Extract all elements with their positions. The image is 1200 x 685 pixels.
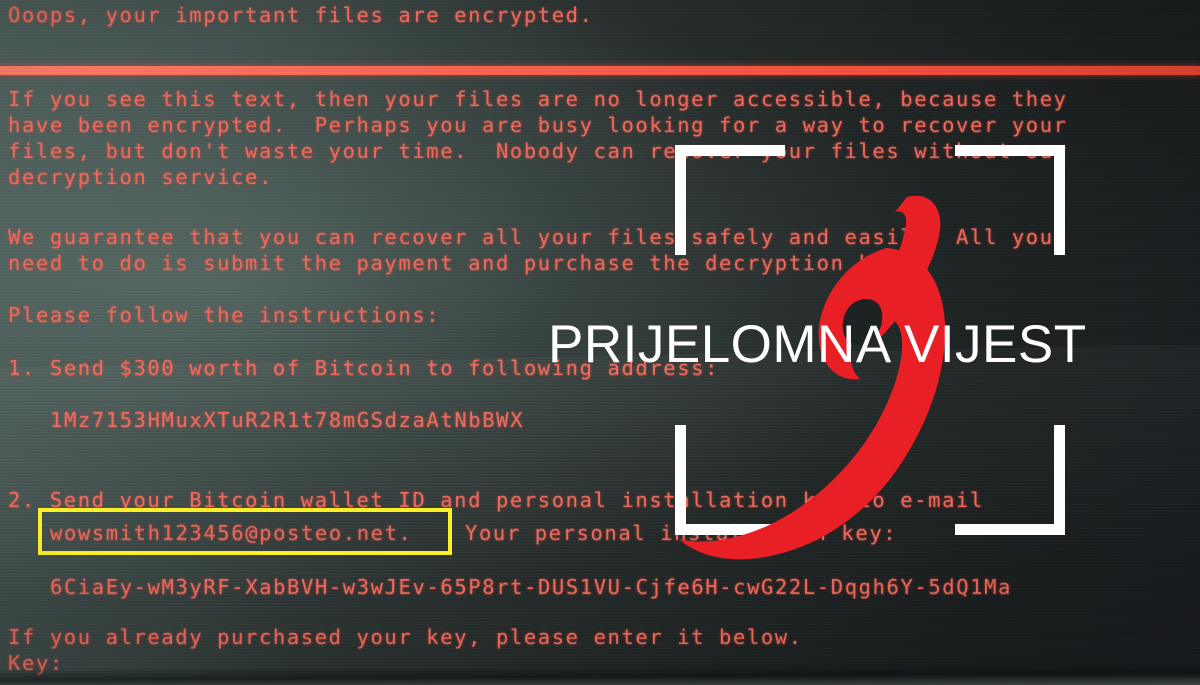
body-line-4: decryption service. <box>8 165 273 189</box>
instructions-intro: Please follow the instructions: <box>8 303 441 327</box>
ransom-headline: Ooops, your important files are encrypte… <box>8 3 594 27</box>
body-line-3: files, but don't waste your time. Nobody… <box>8 139 1068 163</box>
ransom-note-text: Ooops, your important files are encrypte… <box>0 0 1200 685</box>
instruction-step-1: 1. Send $300 worth of Bitcoin to followi… <box>8 356 720 380</box>
bitcoin-address: 1Mz7153HMuxXTuR2R1t78mGSdzaAtNbBWX <box>50 408 525 432</box>
key-input-prompt: Key: <box>8 651 64 675</box>
instruction-step-2-tail: Your personal installation key: <box>465 521 898 545</box>
body-line-1: If you see this text, then your files ar… <box>8 87 1068 111</box>
guarantee-line-2: need to do is submit the payment and pur… <box>8 251 915 275</box>
horizontal-divider-bar <box>0 66 1200 75</box>
screenshot-stage: Ooops, your important files are encrypte… <box>0 0 1200 685</box>
body-line-2: have been encrypted. Perhaps you are bus… <box>8 113 1068 137</box>
installation-key: 6CiaEy-wM3yRF-XabBVH-w3wJEv-65P8rt-DUS1V… <box>50 575 1013 599</box>
closing-line: If you already purchased your key, pleas… <box>8 625 803 649</box>
guarantee-line-1: We guarantee that you can recover all yo… <box>8 225 1054 249</box>
email-highlight-box <box>38 508 452 555</box>
